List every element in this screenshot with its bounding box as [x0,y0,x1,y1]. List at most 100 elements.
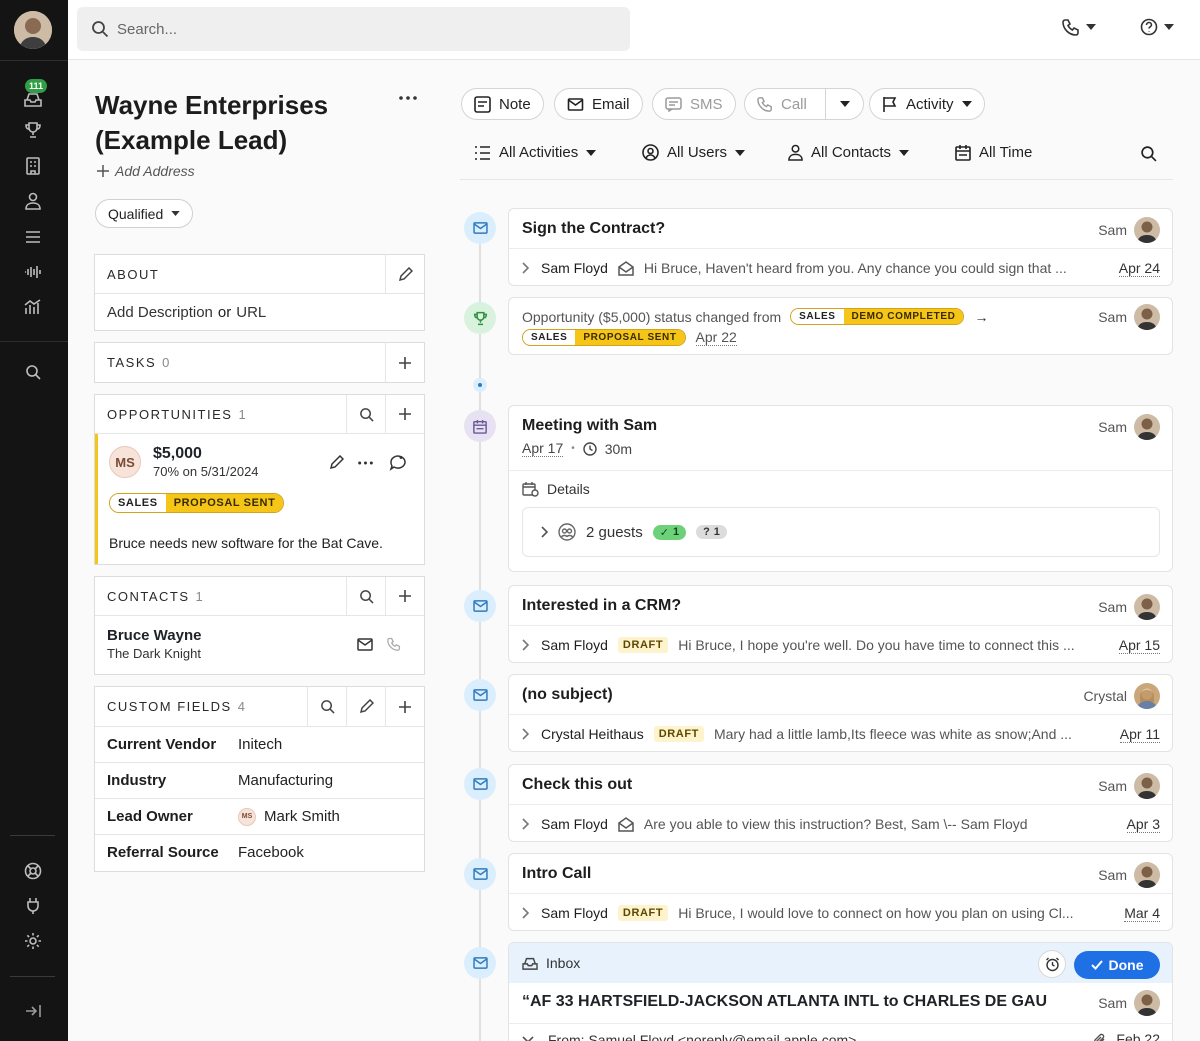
field-value: Manufacturing [238,772,334,789]
search-fields-button[interactable] [307,687,346,726]
guests-row[interactable]: 2 guests ✓ 1 ? 1 [522,507,1160,557]
opportunity-comment-icon[interactable] [389,454,407,471]
building-icon[interactable] [22,155,44,177]
email-label: Email [592,95,630,113]
global-search[interactable] [77,7,630,51]
add-opportunity-button[interactable] [385,394,424,434]
phone-menu-button[interactable] [1062,18,1096,36]
event-user: Sam [1098,222,1127,238]
email-event[interactable]: Check this out Sam Sam Floyd Are you abl… [508,764,1173,842]
activities-filter[interactable]: All Activities [474,144,597,161]
note-button[interactable]: Note [461,88,544,120]
caret-down-icon [899,149,910,156]
email-event[interactable]: Interested in a CRM? Sam Sam Floyd DRAFT… [508,585,1173,663]
search-opportunities-button[interactable] [346,394,385,434]
chevron-down-icon[interactable] [522,1036,534,1041]
list-icon[interactable] [22,226,44,248]
call-button[interactable]: Call [744,88,864,120]
edit-fields-button[interactable] [346,687,385,726]
top-bar [68,0,1200,60]
from-stage-tag: SALES DEMO COMPLETED [790,308,965,325]
lead-name[interactable]: Wayne Enterprises (Example Lead) [95,88,355,158]
event-snippet: Are you able to view this instruction? B… [643,816,1028,832]
custom-field-row[interactable]: Referral Source Facebook [95,834,424,870]
envelope-open-icon [618,816,634,832]
waveform-icon[interactable] [22,261,44,283]
add-field-button[interactable] [385,687,424,726]
caret-down-icon [839,101,850,107]
paperclip-icon [1094,1033,1105,1041]
search-icon[interactable] [22,361,44,383]
done-button[interactable]: Done [1074,951,1160,979]
contacts-filter[interactable]: All Contacts [788,144,910,161]
field-key: Referral Source [107,844,219,861]
opportunity-item[interactable]: MS $5,000 70% on 5/31/2024 SALES PROPOSA… [95,434,424,564]
add-description-link[interactable]: Add Description [107,304,213,321]
search-contacts-button[interactable] [346,576,385,616]
opportunity-status-event[interactable]: Opportunity ($5,000) status changed from… [508,297,1173,355]
support-icon[interactable] [22,860,44,882]
person-icon [788,144,803,161]
calendar-icon [955,145,971,161]
opportunity-more-icon[interactable] [358,461,373,465]
user-avatar [1134,990,1160,1016]
inbox-email-event[interactable]: Inbox Done “AF 33 HARTSFIELD-JACKSON ATL… [508,942,1173,1041]
activities-filter-label: All Activities [499,144,579,161]
edit-about-button[interactable] [385,254,424,294]
meeting-event[interactable]: Meeting with Sam Sam Apr 17 • 30m Detail… [508,405,1173,572]
snooze-button[interactable] [1038,950,1066,978]
trophy-icon[interactable] [22,119,44,141]
user-avatar [1134,414,1160,440]
user-avatar[interactable] [14,11,52,49]
users-filter[interactable]: All Users [642,144,746,161]
custom-field-row[interactable]: Lead Owner MS Mark Smith [95,798,424,834]
sms-button[interactable]: SMS [652,88,736,120]
chevron-right-icon[interactable] [522,262,529,274]
contact-name: Bruce Wayne [107,627,202,644]
email-button[interactable]: Email [554,88,643,120]
custom-field-row[interactable]: Current Vendor Initech [95,726,424,762]
edit-opportunity-icon[interactable] [329,455,344,470]
time-filter[interactable]: All Time [955,144,1032,161]
event-date: Apr 15 [1118,636,1160,654]
caret-down-icon [961,101,972,107]
person-icon[interactable] [22,190,44,212]
add-task-button[interactable] [385,343,424,382]
call-contact-icon[interactable] [387,637,401,651]
event-sender: Sam Floyd [541,905,608,921]
add-address-link[interactable]: Add Address [97,163,195,179]
email-event[interactable]: Intro Call Sam Sam Floyd DRAFT Hi Bruce,… [508,853,1173,931]
contact-item[interactable]: Bruce Wayne The Dark Knight [95,616,424,674]
email-event[interactable]: (no subject) Crystal Crystal Heithaus DR… [508,674,1173,752]
custom-fields-card: CUSTOM FIELDS 4 Current Vendor Initech In… [94,686,425,872]
event-user: Crystal [1083,688,1127,704]
activity-list-icon [475,145,490,160]
email-contact-icon[interactable] [357,638,373,651]
report-icon[interactable] [22,296,44,318]
integrations-icon[interactable] [22,895,44,917]
chevron-right-icon[interactable] [522,818,529,830]
add-url-link[interactable]: URL [236,304,266,321]
custom-field-row[interactable]: Industry Manufacturing [95,762,424,798]
search-icon [359,407,374,422]
tasks-heading: TASKS [107,355,157,370]
inbox-icon[interactable] [22,88,44,110]
call-options-dropdown[interactable] [825,89,863,119]
activity-button[interactable]: Activity [869,88,985,120]
chevron-right-icon[interactable] [522,639,529,651]
add-contact-button[interactable] [385,576,424,616]
chevron-right-icon[interactable] [522,728,529,740]
help-menu-button[interactable] [1140,18,1174,36]
feed-search-icon[interactable] [1140,145,1157,162]
stage-label: PROPOSAL SENT [165,494,284,512]
search-input[interactable] [117,20,597,38]
email-event[interactable]: Sign the Contract? Sam Sam Floyd Hi Bruc… [508,208,1173,286]
meeting-duration: 30m [604,440,632,457]
lead-status-dropdown[interactable]: Qualified [95,199,194,228]
collapse-icon[interactable] [22,1000,44,1022]
settings-icon[interactable] [22,930,44,952]
more-options-icon[interactable] [399,96,417,100]
chevron-right-icon[interactable] [522,907,529,919]
opportunity-value: $5,000 [153,445,202,462]
check-icon [1090,960,1103,970]
